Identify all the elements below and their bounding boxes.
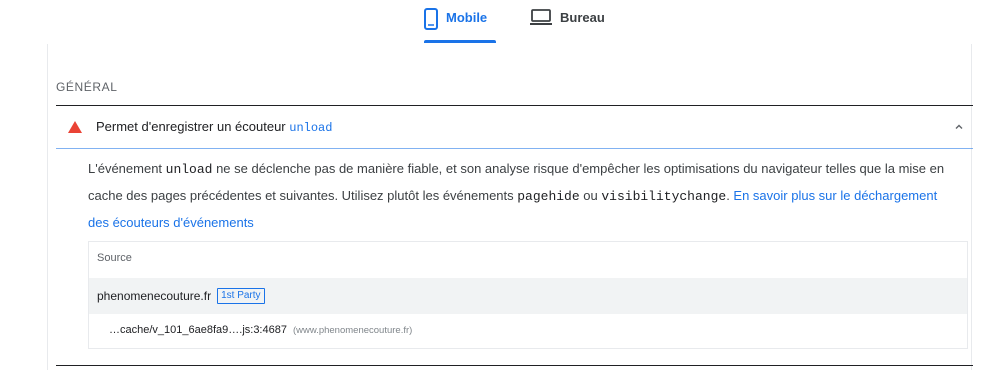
- active-tab-indicator: [424, 40, 496, 43]
- script-origin: (www.phenomenecouture.fr): [292, 325, 413, 336]
- script-location[interactable]: …cache/v_101_6ae8fa9….js:3:4687: [109, 324, 287, 336]
- table-row: phenomenecouture.fr 1st Party: [89, 278, 967, 314]
- audit-title-code: unload: [289, 121, 333, 135]
- table-header-source: Source: [97, 252, 132, 264]
- desktop-icon: [530, 8, 552, 31]
- audit-description: L'événement unload ne se déclenche pas d…: [88, 156, 958, 236]
- desc-code-pagehide: pagehide: [517, 189, 580, 204]
- warning-triangle-icon: [68, 120, 82, 133]
- audit-title-text: Permet d'enregistrer un écouteur: [96, 119, 290, 134]
- chevron-up-icon[interactable]: [953, 120, 965, 132]
- source-table: Source phenomenecouture.fr 1st Party …ca…: [88, 241, 968, 349]
- section-title: GÉNÉRAL: [56, 80, 118, 94]
- source-url: phenomenecouture.fr: [97, 289, 212, 303]
- desc-text-1: L'événement: [88, 161, 166, 176]
- device-tabs: Mobile Bureau: [0, 0, 1000, 44]
- desc-code-visibilitychange: visibilitychange: [601, 189, 727, 204]
- audit-header[interactable]: Permet d'enregistrer un écouteur unload: [56, 106, 973, 148]
- desc-code-unload: unload: [165, 162, 213, 177]
- table-subrow: …cache/v_101_6ae8fa9….js:3:4687 (www.phen…: [89, 314, 967, 348]
- tab-desktop-label: Bureau: [560, 10, 605, 25]
- desc-text-3: ou: [579, 188, 602, 203]
- tab-mobile[interactable]: Mobile: [424, 8, 496, 42]
- tab-mobile-label: Mobile: [446, 10, 488, 25]
- audit-title: Permet d'enregistrer un écouteur unload: [96, 118, 332, 137]
- audits-panel: GÉNÉRAL Permet d'enregistrer un écouteur…: [47, 44, 973, 370]
- first-party-badge: 1st Party: [217, 288, 265, 304]
- mobile-phone-icon: [424, 8, 438, 35]
- tab-desktop[interactable]: Bureau: [530, 8, 620, 42]
- section-bottom-divider: [56, 365, 973, 366]
- audit-header-divider: [56, 148, 973, 149]
